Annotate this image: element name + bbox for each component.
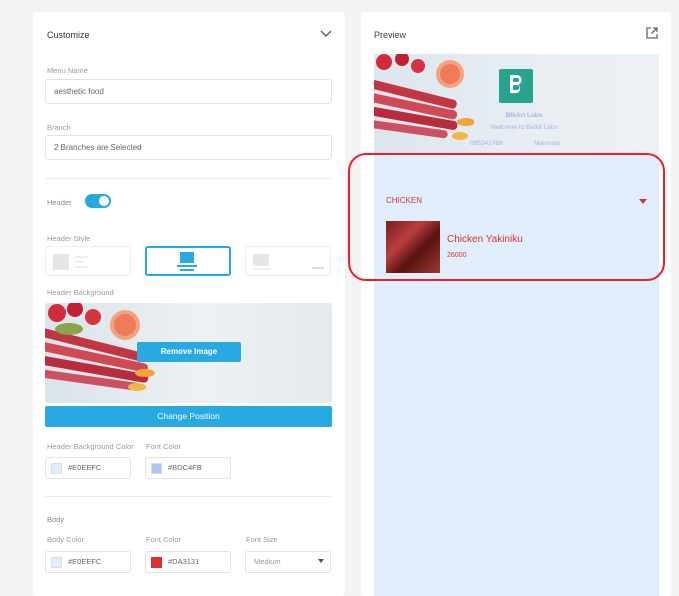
welcome-text: Welcome to Belkit Labs [490,124,558,131]
header-label: Header [47,198,72,207]
header-bg-color-input[interactable]: #E0EEFC [45,457,131,479]
header-style-option-center[interactable] [145,246,231,276]
header-font-color-value: #BDC4FB [168,463,202,472]
customize-panel: Customize Menu Name aesthetic food Branc… [33,12,345,596]
body-color-input[interactable]: #E0EEFC [45,551,131,573]
change-position-button[interactable]: Change Position [45,406,332,427]
header-font-color-input[interactable]: #BDC4FB [145,457,231,479]
preview-banner: BlkArt Labs Welcome to Belkit Labs 08524… [374,54,659,154]
header-background-label: Header Background [47,288,114,297]
contact-phone: 085241768 [470,140,503,147]
branch-label: Branch [47,123,71,132]
header-toggle[interactable] [85,194,111,208]
body-font-color-input[interactable]: #DA3131 [145,551,231,573]
food-photo [374,54,474,140]
chevron-down-icon[interactable] [319,28,333,38]
highlight-annotation [348,153,665,281]
header-bg-color-label: Header Background Color [47,442,134,451]
header-bg-color-value: #E0EEFC [68,463,102,472]
color-swatch [51,463,62,474]
font-size-value: Medium [254,557,281,566]
layout-right-icon [253,254,324,270]
color-swatch [151,557,162,568]
remove-image-button[interactable]: Remove Image [137,342,241,362]
header-style-label: Header Style [47,234,91,243]
brand-logo [499,69,533,103]
logo-letter-b [510,75,522,93]
preview-panel: Preview BlkArt Labs Welcome to Belkit La… [361,12,671,596]
caret-down-icon [318,559,324,563]
menu-name-label: Menu Name [47,66,88,75]
branch-select[interactable]: 2 Branches are Selected [45,135,332,160]
customize-title: Customize [47,30,90,40]
font-size-label: Font Size [246,535,278,544]
body-font-color-label: Font Color [146,535,182,544]
header-style-option-left[interactable] [45,246,131,276]
contact-extra: Mainstan [534,140,561,147]
divider [45,178,332,179]
body-color-value: #E0EEFC [68,557,102,566]
external-link-icon[interactable] [645,26,659,40]
layout-center-icon [177,252,197,271]
menu-name-input[interactable]: aesthetic food [45,79,332,104]
color-swatch [51,557,62,568]
header-style-option-right[interactable] [245,246,331,276]
divider [45,496,332,497]
body-color-label: Body Color [47,535,85,544]
font-size-select[interactable]: Medium [245,551,331,573]
brand-name: BlkArt Labs [505,112,543,119]
preview-title: Preview [374,30,407,40]
menu-preview: BlkArt Labs Welcome to Belkit Labs 08524… [374,54,659,596]
color-swatch [151,463,162,474]
body-font-color-value: #DA3131 [168,557,200,566]
layout-left-icon [53,254,88,270]
header-font-color-label: Font Color [146,442,182,451]
body-label: Body [47,515,65,524]
